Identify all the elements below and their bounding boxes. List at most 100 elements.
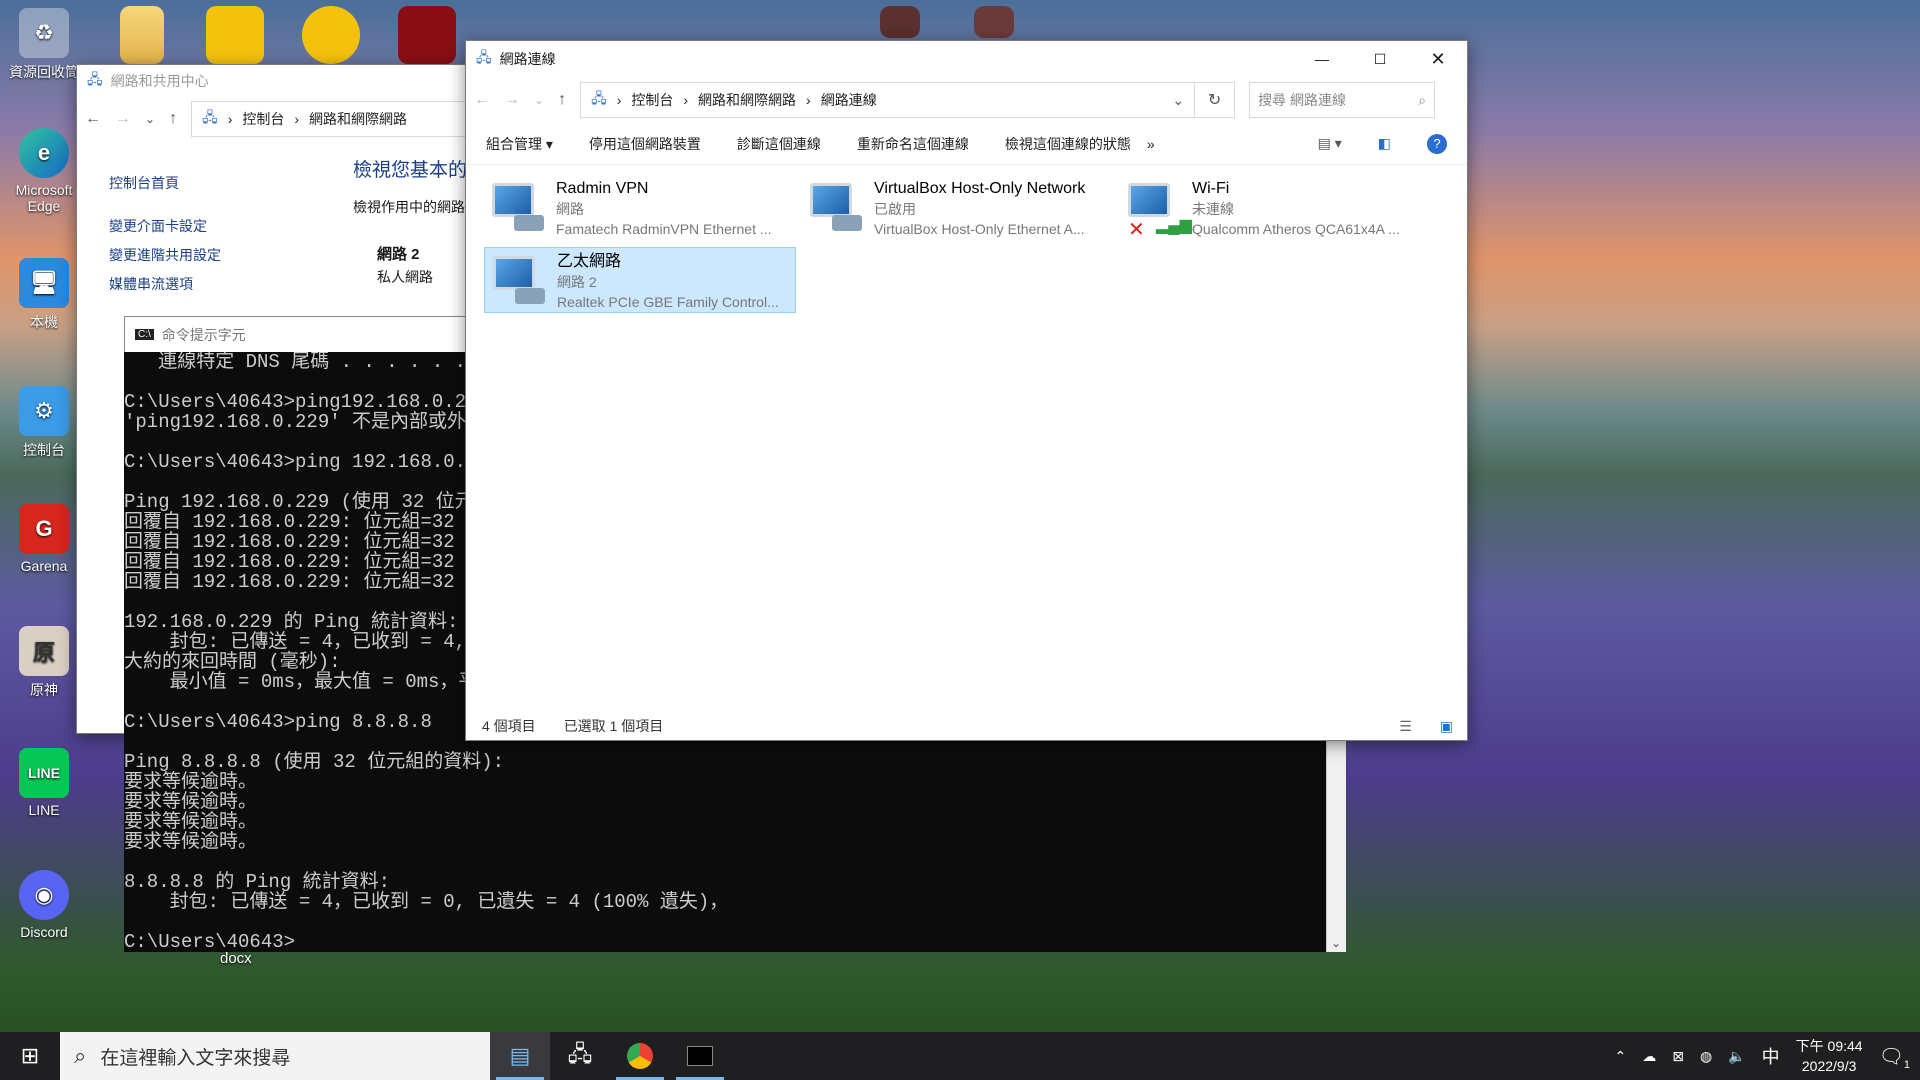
address-bar[interactable]: 🖧 › 控制台 › 網路和網際網路 › 網路連線 ⌄ xyxy=(580,82,1196,118)
breadcrumb-item[interactable]: 網路連線 xyxy=(821,90,877,110)
show-hidden-icons-icon[interactable]: ⌃ xyxy=(1615,1048,1627,1065)
onedrive-icon[interactable]: ☁ xyxy=(1642,1048,1656,1065)
desktop-icon-label: 本機 xyxy=(30,314,58,330)
forward-arrow-icon[interactable]: → xyxy=(504,91,520,109)
desktop-icon-recycle-bin[interactable]: ♻ 資源回收筒 xyxy=(6,8,82,82)
close-button[interactable]: ✕ xyxy=(1409,41,1467,77)
notification-icon[interactable]: 🗨 1 xyxy=(1879,1044,1910,1071)
disable-device-button[interactable]: 停用這個網路裝置 xyxy=(589,134,701,154)
desktop-thumbnail-icon[interactable] xyxy=(974,6,1014,38)
connection-item-wifi[interactable]: ✕ ▂▄▆ Wi-Fi 未連線 Qualcomm Atheros QCA61x4… xyxy=(1120,175,1432,241)
desktop-icon-discord[interactable]: ◉ Discord xyxy=(6,870,82,940)
clock[interactable]: 下午 09:44 2022/9/3 xyxy=(1796,1036,1863,1076)
desktop-icon-edge[interactable]: e Microsoft Edge xyxy=(6,128,82,214)
refresh-button[interactable]: ↻ xyxy=(1195,82,1236,118)
connection-device: Qualcomm Atheros QCA61x4A ... xyxy=(1192,221,1400,237)
globe-icon[interactable]: ◍ xyxy=(1700,1048,1712,1065)
breadcrumb-item[interactable]: 控制台 xyxy=(242,109,284,129)
rename-button[interactable]: 重新命名這個連線 xyxy=(857,134,969,154)
search-box[interactable]: 搜尋 網路連線 ⌕ xyxy=(1249,82,1436,118)
start-button[interactable]: ⊞ xyxy=(0,1032,60,1080)
volume-icon[interactable]: 🔈 xyxy=(1728,1048,1745,1065)
view-options-icon[interactable]: ▤ ▾ xyxy=(1318,135,1342,152)
connection-item-radmin[interactable]: Radmin VPN 網路 Famatech RadminVPN Etherne… xyxy=(484,175,796,241)
network-connections-icon: 🖧 xyxy=(476,49,492,65)
desktop-icon-label: 控制台 xyxy=(23,442,65,458)
taskbar-chrome[interactable] xyxy=(610,1032,670,1080)
connection-name: 乙太網路 xyxy=(557,253,622,270)
help-icon[interactable]: ? xyxy=(1427,133,1447,154)
details-view-icon[interactable]: ☰ xyxy=(1399,718,1412,735)
desktop-folder-icon[interactable] xyxy=(120,6,164,64)
desktop-icon-label: Discord xyxy=(20,924,68,940)
wifi-adapter-icon: ✕ ▂▄▆ xyxy=(1124,179,1192,241)
taskbar-control-panel[interactable]: ▤ xyxy=(490,1032,550,1080)
navigation-bar: ← → ⌄ ↑ 🖧 › 控制台 › 網路和網際網路 xyxy=(77,97,495,141)
view-status-button[interactable]: 檢視這個連線的狀態 xyxy=(1005,134,1131,154)
large-icons-view-icon[interactable]: ▣ xyxy=(1440,718,1453,735)
taskbar-search-box[interactable]: ⌕ 在這裡輸入文字來搜尋 xyxy=(60,1032,490,1080)
title-bar[interactable]: 🖧 網路和共用中心 xyxy=(77,65,495,97)
line-icon: LINE xyxy=(19,748,69,798)
signal-bars-icon: ▂▄▆ xyxy=(1156,217,1192,234)
recent-chevron-icon[interactable]: ⌄ xyxy=(145,112,155,126)
maximize-button[interactable]: ☐ xyxy=(1351,41,1409,77)
desktop-icon-label: 原神 xyxy=(30,682,58,698)
more-commands-button[interactable]: » xyxy=(1147,136,1155,152)
preview-pane-icon[interactable]: ◧ xyxy=(1378,135,1391,152)
taskbar-cmd[interactable] xyxy=(670,1032,730,1080)
disconnected-x-icon: ✕ xyxy=(1128,219,1145,241)
desktop-icon-label: 資源回收筒 xyxy=(9,64,79,80)
address-dropdown-icon[interactable]: ⌄ xyxy=(1172,92,1184,109)
desktop-app-lightning-icon[interactable] xyxy=(206,6,264,64)
desktop-icon-genshin[interactable]: 原 原神 xyxy=(6,626,82,700)
breadcrumb[interactable]: 🖧 › 控制台 › 網路和網際網路 xyxy=(191,101,487,137)
forward-arrow-icon[interactable]: → xyxy=(115,110,131,128)
connection-item-virtualbox[interactable]: VirtualBox Host-Only Network 已啟用 Virtual… xyxy=(802,175,1114,241)
desktop-docx-label[interactable]: docx xyxy=(220,950,252,967)
search-icon: ⌕ xyxy=(1418,91,1427,108)
control-panel-icon: 🖧 xyxy=(591,90,607,106)
back-arrow-icon[interactable]: ← xyxy=(85,110,101,128)
desktop-flash-icon[interactable] xyxy=(398,6,456,64)
taskbar-search-input[interactable]: 在這裡輸入文字來搜尋 xyxy=(100,1043,290,1070)
minimize-button[interactable]: — xyxy=(1293,41,1351,77)
connection-item-ethernet[interactable]: 乙太網路 網路 2 Realtek PCIe GBE Family Contro… xyxy=(484,247,796,313)
desktop-thumbnail-icon[interactable] xyxy=(880,6,920,38)
system-tray: ⌃ ☁ ⊠ ◍ 🔈 中 下午 09:44 2022/9/3 🗨 1 xyxy=(1615,1032,1920,1080)
status-bar: 4 個項目 已選取 1 個項目 ☰ ▣ xyxy=(466,712,1467,740)
breadcrumb-item[interactable]: 網路和網際網路 xyxy=(698,90,796,110)
desktop-app-search-icon[interactable] xyxy=(302,6,360,64)
control-panel-icon: ▤ xyxy=(509,1043,531,1068)
ime-indicator[interactable]: 中 xyxy=(1762,1043,1780,1069)
search-input[interactable]: 搜尋 網路連線 xyxy=(1258,90,1346,110)
network-status-icon[interactable]: ⊠ xyxy=(1672,1048,1684,1065)
network-adapter-icon xyxy=(489,252,549,310)
up-arrow-icon[interactable]: ↑ xyxy=(558,91,566,109)
page-subheading: 檢視作用中的網路 xyxy=(353,199,465,215)
taskbar-network-window[interactable]: 🖧 xyxy=(550,1032,610,1080)
network-connections-window[interactable]: 🖧 網路連線 — ☐ ✕ ← → ⌄ ↑ 🖧 › 控制台 › 網路和網際網路 ›… xyxy=(465,40,1468,741)
desktop-icon-line[interactable]: LINE LINE xyxy=(6,748,82,818)
side-link-adapter[interactable]: 變更介面卡設定 xyxy=(109,212,221,241)
title-bar[interactable]: 🖧 網路連線 — ☐ ✕ xyxy=(466,41,1467,77)
back-arrow-icon[interactable]: ← xyxy=(474,91,490,109)
recent-chevron-icon[interactable]: ⌄ xyxy=(534,93,544,107)
side-link-home[interactable]: 控制台首頁 xyxy=(109,169,221,198)
side-link-media[interactable]: 媒體串流選項 xyxy=(109,270,221,299)
scroll-down-arrow-icon[interactable]: ⌄ xyxy=(1331,936,1341,950)
diagnose-button[interactable]: 診斷這個連線 xyxy=(737,134,821,154)
breadcrumb-item[interactable]: 網路和網際網路 xyxy=(309,109,407,129)
side-link-advanced[interactable]: 變更進階共用設定 xyxy=(109,241,221,270)
cmd-title-bar[interactable]: C:\ 命令提示字元 xyxy=(124,316,484,352)
desktop-icon-label: Garena xyxy=(20,558,68,574)
breadcrumb-item[interactable]: 控制台 xyxy=(631,90,673,110)
cmd-line: 要求等候逾時。 xyxy=(124,771,258,793)
network-center-icon: 🖧 xyxy=(87,71,103,87)
desktop-icon-garena[interactable]: G Garena xyxy=(6,504,82,574)
organize-menu[interactable]: 組合管理 ▾ xyxy=(486,134,553,154)
desktop-icon-control-panel[interactable]: ⚙ 控制台 xyxy=(6,386,82,460)
desktop-icon-this-pc[interactable]: 🖥 本機 xyxy=(6,258,82,332)
up-arrow-icon[interactable]: ↑ xyxy=(169,110,177,128)
cmd-line: 封包: 已傳送 = 4，已收到 = 0, 已遺失 = 4 (100% 遺失)， xyxy=(124,891,729,913)
